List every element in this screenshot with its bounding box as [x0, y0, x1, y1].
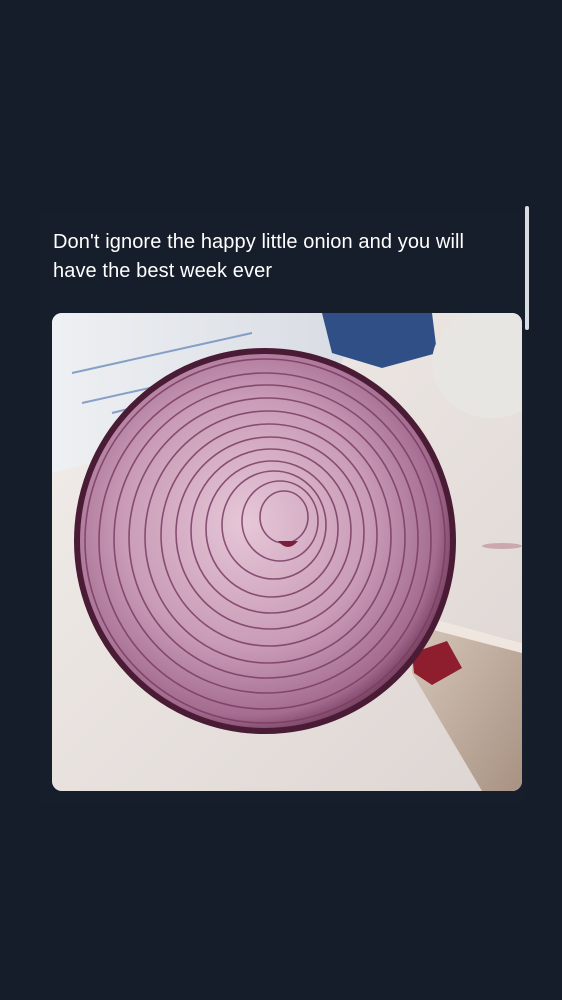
onion-slice [74, 348, 456, 734]
post-image[interactable] [52, 313, 522, 791]
app-screen: Don't ignore the happy little onion and … [0, 0, 562, 1000]
onion-photo [52, 313, 522, 791]
post-text: Don't ignore the happy little onion and … [53, 231, 465, 282]
scrollbar[interactable] [525, 206, 530, 330]
scrollbar-thumb[interactable] [525, 206, 529, 330]
